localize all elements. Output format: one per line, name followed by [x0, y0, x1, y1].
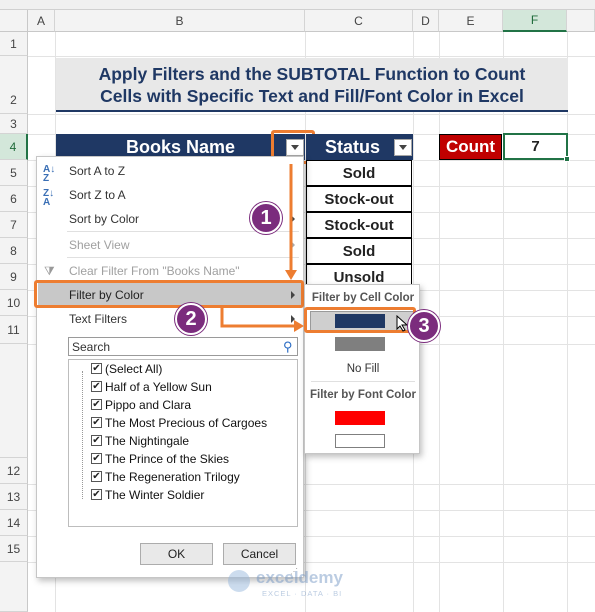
step-badge-1: 1 [250, 202, 282, 234]
watermark-tagline: EXCEL · DATA · BI [262, 589, 343, 598]
step-badge-3: 3 [408, 310, 440, 342]
watermark-logo-icon [228, 570, 250, 592]
callout-connector-arrows [220, 164, 304, 332]
mouse-cursor-icon [396, 315, 408, 332]
step-badge-2: 2 [175, 303, 207, 335]
watermark-name: exceldemy [256, 568, 343, 587]
watermark-logo: exceldemy EXCEL · DATA · BI [228, 566, 378, 606]
